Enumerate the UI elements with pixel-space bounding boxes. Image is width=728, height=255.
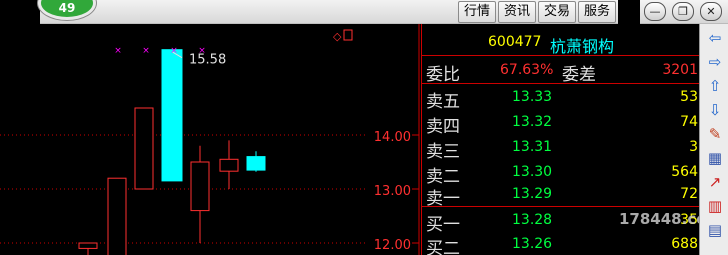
weicha-value: 3201 — [662, 62, 698, 78]
right-toolbar: ⇦ ⇨ ⇧ ⇩ ✎ ▦ ↗ ▥ ▤ — [699, 24, 728, 255]
main-menu: 行情 资讯 交易 服务 — [458, 0, 619, 24]
menu-service[interactable]: 服务 — [578, 1, 617, 23]
signal-marker: × — [170, 46, 178, 56]
menu-news[interactable]: 资讯 — [498, 1, 537, 23]
signal-marker: × — [114, 46, 122, 56]
restore-icon[interactable]: ❐ — [672, 2, 694, 21]
edit-icon[interactable]: ✎ — [706, 125, 724, 143]
order-price: 13.33 — [512, 89, 553, 105]
order-price: 13.29 — [512, 186, 553, 202]
weibi-label: 委比 — [426, 65, 460, 85]
close-icon[interactable]: ✕ — [700, 2, 722, 21]
kline-svg: 14.0013.0012.0015.58× × × ×◇ — [0, 24, 420, 255]
candle-body — [190, 161, 210, 212]
badge-count: 49 — [58, 1, 76, 15]
candle-body — [246, 156, 266, 171]
buy-row-2[interactable]: 买二 13.26 688 — [422, 232, 700, 255]
divider — [422, 83, 700, 84]
kline-chart[interactable]: 14.00 13.00 12.00 15.58 × × × × ◇ — [0, 24, 420, 255]
quote-header: 600477 杭萧钢构 — [422, 24, 700, 56]
sell-row-4[interactable]: 卖四 13.32 74 — [422, 110, 700, 137]
panel-toggle-icon — [343, 29, 353, 41]
divider — [422, 206, 700, 207]
max-price-label: 15.58 — [189, 53, 226, 68]
arrow-up-icon[interactable]: ⇧ — [706, 77, 724, 95]
order-volume: 72 — [680, 186, 698, 202]
order-price: 13.26 — [512, 236, 553, 252]
sell-row-3[interactable]: 卖三 13.31 3 — [422, 135, 700, 162]
order-price: 13.30 — [512, 164, 553, 180]
order-volume: 688 — [671, 236, 698, 252]
window-controls: — ❐ ✕ — [640, 0, 728, 24]
order-volume: 3 — [689, 139, 698, 155]
menu-market[interactable]: 行情 — [458, 1, 497, 23]
candle-body — [107, 177, 127, 255]
candle-body — [78, 242, 98, 249]
axis-tick-label: 13.00 — [374, 184, 411, 199]
sell-row-1[interactable]: 卖一 13.29 72 — [422, 182, 700, 209]
arrow-down-icon[interactable]: ⇩ — [706, 101, 724, 119]
bar-chart-icon[interactable]: ▥ — [706, 197, 724, 215]
app-window: 49 行情 资讯 交易 服务 — ❐ ✕ 14.00 13.00 12.00 15.5… — [0, 0, 728, 255]
diamond-icon: ◇ — [333, 30, 342, 43]
sell-row-5[interactable]: 卖五 13.33 53 — [422, 85, 700, 112]
candle-body — [219, 158, 239, 172]
grid-icon[interactable]: ▦ — [706, 149, 724, 167]
axis-tick-label: 12.00 — [374, 238, 411, 253]
arrow-left-icon[interactable]: ⇦ — [706, 29, 724, 47]
candle-body — [161, 49, 183, 182]
signal-marker: × — [142, 46, 150, 56]
stock-code: 600477 — [488, 34, 542, 50]
order-volume: 53 — [680, 89, 698, 105]
chart-icon[interactable]: ↗ — [706, 173, 724, 191]
order-label: 买二 — [426, 239, 460, 255]
stock-name: 杭萧钢构 — [550, 37, 615, 56]
weibi-value: 67.63% — [500, 62, 554, 78]
order-volume: 74 — [680, 114, 698, 130]
minimize-icon[interactable]: — — [644, 2, 666, 21]
order-volume: 564 — [671, 164, 698, 180]
order-label: 卖五 — [426, 92, 460, 112]
weicha-label: 委差 — [562, 65, 596, 85]
candle-body — [134, 107, 154, 190]
order-price: 13.31 — [512, 139, 553, 155]
order-label: 卖四 — [426, 117, 460, 137]
weibi-row: 委比 67.63% 委差 3201 — [422, 58, 700, 85]
top-bar: 49 行情 资讯 交易 服务 — ❐ ✕ — [0, 0, 728, 24]
menu-trade[interactable]: 交易 — [538, 1, 577, 23]
arrow-right-icon[interactable]: ⇨ — [706, 53, 724, 71]
title-strip — [40, 0, 458, 24]
axis-tick-label: 14.00 — [374, 130, 411, 145]
order-label: 卖三 — [426, 142, 460, 162]
order-price: 13.32 — [512, 114, 553, 130]
signal-marker: × — [198, 46, 206, 56]
order-price: 13.28 — [512, 212, 553, 228]
table-icon[interactable]: ▤ — [706, 221, 724, 239]
